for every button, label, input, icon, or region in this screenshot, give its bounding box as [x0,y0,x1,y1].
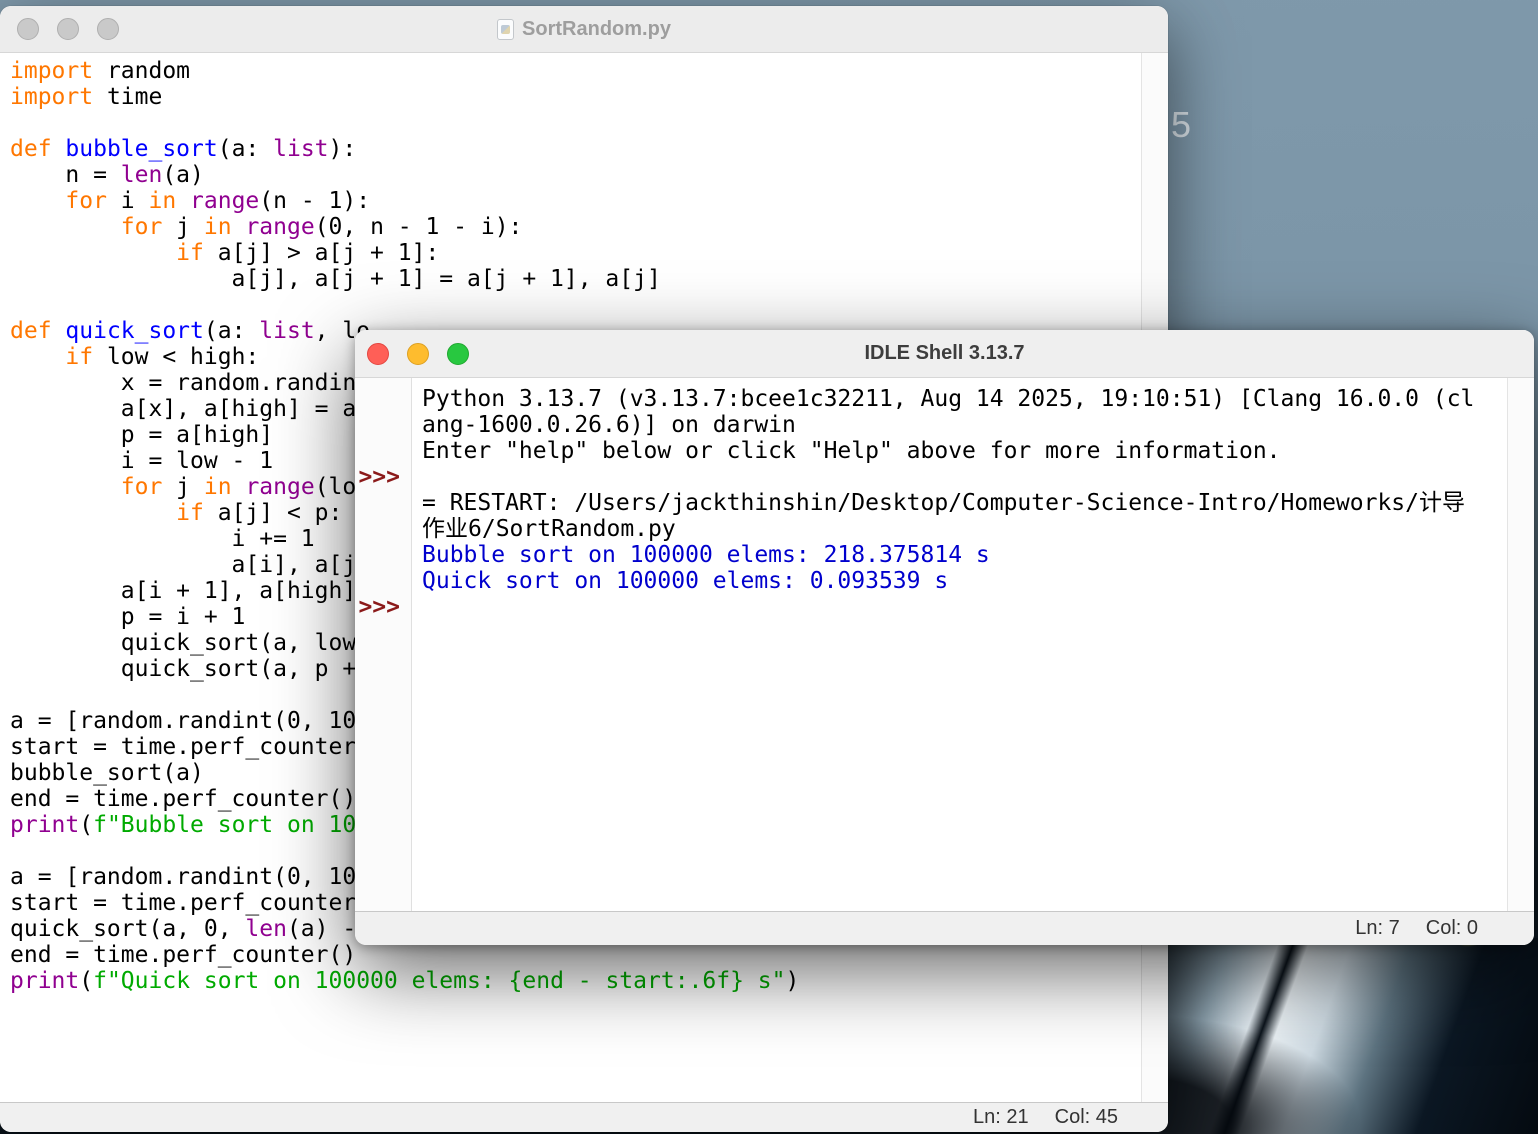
shell-line-indicator: Ln: 7 [1355,917,1399,940]
code-line: import random [10,58,1168,84]
shell-col-indicator: Col: 0 [1426,917,1478,940]
code-line: for j in range(0, n - 1 - i): [10,214,1168,240]
shell-line-text: ang-1600.0.26.6)] on darwin [412,412,796,438]
shell-prompt [355,386,412,412]
shell-line: Quick sort on 100000 elems: 0.093539 s [355,568,1506,594]
editor-line-indicator: Ln: 21 [973,1106,1029,1129]
shell-output: Python 3.13.7 (v3.13.7:bcee1c32211, Aug … [355,386,1506,620]
code-line: if a[j] > a[j + 1]: [10,240,1168,266]
shell-prompt: >>> [355,594,412,620]
shell-line-text [412,594,422,620]
code-line: end = time.perf_counter() [10,942,1168,968]
shell-line-text: 作业6/SortRandom.py [412,516,676,542]
shell-prompt [355,568,412,594]
shell-line: Bubble sort on 100000 elems: 218.375814 … [355,542,1506,568]
shell-prompt [355,542,412,568]
editor-traffic-lights [17,6,119,52]
shell-prompt [355,516,412,542]
code-line: print(f"Quick sort on 100000 elems: {end… [10,968,1168,994]
code-line: for i in range(n - 1): [10,188,1168,214]
shell-line: Python 3.13.7 (v3.13.7:bcee1c32211, Aug … [355,386,1506,412]
shell-title-group: IDLE Shell 3.13.7 [864,342,1024,365]
editor-statusbar: Ln: 21 Col: 45 [0,1102,1168,1132]
shell-prompt [355,412,412,438]
code-line [10,110,1168,136]
shell-line-text: Bubble sort on 100000 elems: 218.375814 … [412,542,990,568]
code-line: import time [10,84,1168,110]
shell-text-area[interactable]: Python 3.13.7 (v3.13.7:bcee1c32211, Aug … [355,378,1534,911]
close-button[interactable] [17,18,39,40]
shell-line-text: Python 3.13.7 (v3.13.7:bcee1c32211, Aug … [412,386,1474,412]
code-line: n = len(a) [10,162,1168,188]
shell-line: ang-1600.0.26.6)] on darwin [355,412,1506,438]
editor-titlebar[interactable]: SortRandom.py [0,6,1168,53]
shell-window: IDLE Shell 3.13.7 Python 3.13.7 (v3.13.7… [355,330,1534,945]
shell-line-text: = RESTART: /Users/jackthinshin/Desktop/C… [412,490,1465,516]
shell-line-text [412,464,422,490]
editor-window-title: SortRandom.py [522,18,671,41]
python-file-icon [497,19,514,40]
shell-traffic-lights [367,330,469,377]
minimize-button[interactable] [57,18,79,40]
code-line: def bubble_sort(a: list): [10,136,1168,162]
code-line: a[j], a[j + 1] = a[j + 1], a[j] [10,266,1168,292]
zoom-button[interactable] [97,18,119,40]
editor-title-group: SortRandom.py [497,18,671,41]
shell-prompt [355,438,412,464]
shell-line: >>> [355,464,1506,490]
shell-line-text: Quick sort on 100000 elems: 0.093539 s [412,568,948,594]
shell-scrollbar[interactable] [1507,378,1534,911]
wallpaper-number: 5 [1171,104,1191,146]
shell-line-text: Enter "help" below or click "Help" above… [412,438,1281,464]
desktop: 5 SortRandom.py import randomimport time… [0,0,1538,1134]
shell-line: 作业6/SortRandom.py [355,516,1506,542]
code-line [10,292,1168,318]
zoom-button[interactable] [447,343,469,365]
close-button[interactable] [367,343,389,365]
shell-line: Enter "help" below or click "Help" above… [355,438,1506,464]
shell-statusbar: Ln: 7 Col: 0 [355,911,1534,945]
shell-prompt [355,490,412,516]
shell-titlebar[interactable]: IDLE Shell 3.13.7 [355,330,1534,378]
minimize-button[interactable] [407,343,429,365]
shell-prompt: >>> [355,464,412,490]
editor-col-indicator: Col: 45 [1055,1106,1118,1129]
shell-line: >>> [355,594,1506,620]
shell-window-title: IDLE Shell 3.13.7 [864,342,1024,365]
shell-line: = RESTART: /Users/jackthinshin/Desktop/C… [355,490,1506,516]
